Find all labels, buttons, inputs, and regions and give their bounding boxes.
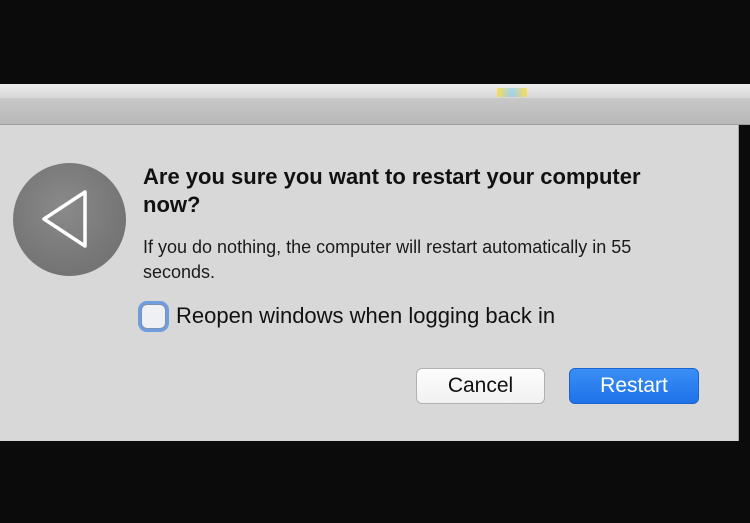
reopen-windows-checkbox[interactable] bbox=[141, 303, 166, 329]
background-window-titlebar bbox=[0, 84, 750, 98]
reopen-windows-label[interactable]: Reopen windows when logging back in bbox=[176, 303, 555, 329]
cancel-button[interactable]: Cancel bbox=[416, 368, 545, 404]
restart-triangle-icon bbox=[13, 163, 126, 276]
dialog-message: If you do nothing, the computer will res… bbox=[143, 237, 632, 282]
reopen-windows-option[interactable]: Reopen windows when logging back in bbox=[139, 299, 555, 333]
restart-dialog: Are you sure you want to restart your co… bbox=[0, 125, 739, 441]
restart-button[interactable]: Restart bbox=[569, 368, 699, 404]
screen-artifact bbox=[497, 88, 527, 97]
screen: Are you sure you want to restart your co… bbox=[0, 0, 750, 523]
dialog-title: Are you sure you want to restart your co… bbox=[143, 164, 641, 217]
background-window-toolbar bbox=[0, 98, 750, 125]
triangle-icon bbox=[42, 190, 87, 248]
background-black-area bbox=[0, 441, 750, 523]
